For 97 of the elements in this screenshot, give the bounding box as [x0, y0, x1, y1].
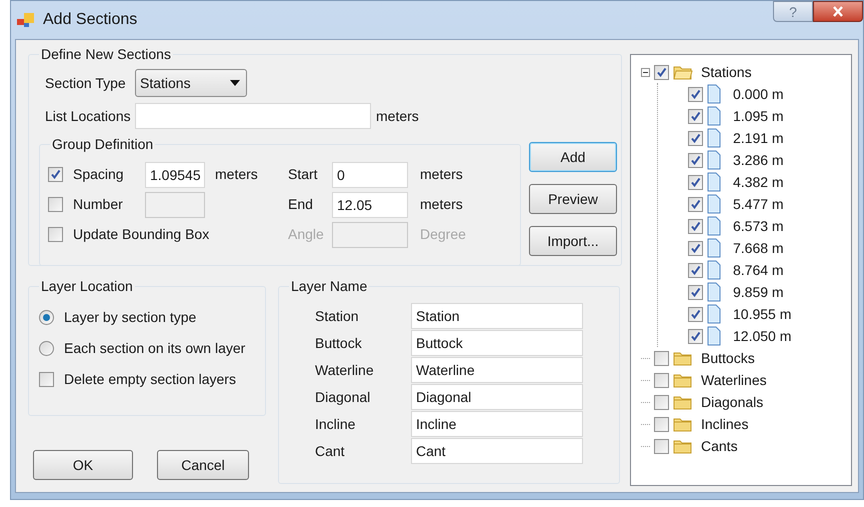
checkbox[interactable]	[654, 416, 669, 432]
unit-label: meters	[420, 195, 463, 214]
field-label: Diagonal	[315, 388, 372, 407]
close-button[interactable]	[813, 1, 863, 22]
text-field[interactable]: Waterline	[411, 357, 583, 383]
text-field[interactable]: 12.05	[332, 192, 408, 218]
document-icon	[707, 216, 721, 236]
field-label: Section Type	[44, 74, 127, 93]
text-field[interactable]: Cant	[411, 438, 583, 464]
tree-item[interactable]: 4.382 m	[733, 172, 784, 192]
field-label: Buttock	[315, 334, 363, 352]
tree-item[interactable]: 12.050 m	[733, 326, 792, 346]
checkbox[interactable]	[688, 86, 703, 102]
field-label: Cant	[315, 442, 346, 460]
tree-item[interactable]: Inclines	[701, 414, 748, 434]
text-field[interactable]: Incline	[411, 411, 583, 437]
tree-item[interactable]: 8.764 m	[733, 260, 784, 280]
checkbox[interactable]	[688, 218, 703, 234]
tree-item[interactable]: Buttocks	[701, 348, 755, 368]
document-icon	[707, 150, 721, 170]
field-label: Incline	[315, 414, 356, 434]
document-icon	[707, 84, 721, 104]
unit-label: meters	[215, 165, 258, 184]
tree-item[interactable]: 10.955 m	[733, 304, 792, 324]
tree-item[interactable]: 7.668 m	[733, 238, 784, 258]
radio-button[interactable]	[39, 341, 54, 356]
option-label: Layer by section type	[64, 308, 196, 327]
tree-item[interactable]: Stations	[701, 62, 752, 82]
checkbox[interactable]	[688, 306, 703, 322]
collapse-toggle[interactable]	[641, 68, 650, 76]
checkbox[interactable]	[654, 372, 669, 388]
tree-item[interactable]: 3.286 m	[733, 150, 784, 170]
dialog-button[interactable]: Add	[529, 142, 617, 172]
checkbox[interactable]	[48, 227, 63, 242]
checkbox[interactable]	[654, 350, 669, 366]
document-icon	[707, 106, 721, 126]
document-icon	[707, 304, 721, 324]
checkbox[interactable]	[688, 152, 703, 168]
text-field[interactable]: Buttock	[411, 330, 583, 356]
tree-item[interactable]: 5.477 m	[733, 194, 784, 214]
tree-item[interactable]: 2.191 m	[733, 128, 784, 148]
text-field[interactable]	[135, 103, 371, 129]
checkbox[interactable]	[688, 262, 703, 278]
checkbox-label: Spacing	[73, 165, 125, 184]
field-label: Station	[315, 306, 360, 326]
field-label: End	[288, 195, 314, 214]
document-icon	[707, 194, 721, 214]
checkbox[interactable]	[654, 438, 669, 454]
text-field[interactable]: 1.09545	[145, 162, 205, 188]
tree-item[interactable]: Cants	[701, 436, 738, 456]
checkbox[interactable]	[688, 240, 703, 256]
text-field[interactable]: Diagonal	[411, 384, 583, 410]
section-type-dropdown[interactable]: Stations	[135, 69, 247, 97]
tree-item[interactable]: Diagonals	[701, 392, 764, 412]
document-icon	[707, 282, 721, 302]
dialog-button[interactable]: Preview	[529, 184, 617, 214]
checkbox-label: Number	[73, 195, 124, 214]
checkbox[interactable]	[688, 130, 703, 146]
checkbox[interactable]	[688, 196, 703, 212]
checkbox[interactable]	[48, 167, 63, 182]
dialog-button[interactable]: Cancel	[157, 450, 249, 480]
tree-item[interactable]: 9.859 m	[733, 282, 784, 302]
document-icon	[707, 128, 721, 148]
radio-button[interactable]	[39, 310, 54, 325]
document-icon	[707, 172, 721, 192]
checkbox[interactable]	[688, 108, 703, 124]
option-label: Delete empty section layers	[64, 370, 236, 389]
tree-item[interactable]: Waterlines	[701, 370, 767, 390]
option-label: Each section on its own layer	[64, 339, 246, 358]
checkbox[interactable]	[654, 394, 669, 410]
text-field[interactable]: Station	[411, 303, 583, 329]
checkbox-label: Update Bounding Box	[73, 225, 210, 244]
unit-label: meters	[376, 106, 419, 126]
text-field[interactable]: 0	[332, 162, 408, 188]
field-label: Waterline	[315, 360, 375, 380]
tree-item[interactable]: 1.095 m	[733, 106, 784, 126]
caret-icon	[230, 80, 240, 86]
document-icon	[707, 326, 721, 346]
dialog-button[interactable]: Import...	[529, 226, 617, 256]
window-title: Add Sections	[43, 10, 138, 30]
checkbox[interactable]	[654, 64, 669, 80]
checkbox[interactable]	[39, 372, 54, 387]
field-label: Start	[288, 165, 319, 184]
field-label: List Locations	[44, 106, 132, 126]
unit-label: Degree	[420, 225, 466, 244]
document-icon	[707, 238, 721, 258]
unit-label: meters	[420, 165, 463, 184]
document-icon	[707, 260, 721, 280]
field-label: Angle	[288, 225, 325, 244]
tree-item[interactable]: 0.000 m	[733, 84, 784, 104]
checkbox[interactable]	[688, 174, 703, 190]
checkbox[interactable]	[688, 284, 703, 300]
app-icon	[17, 12, 35, 28]
checkbox[interactable]	[688, 328, 703, 344]
dialog-button[interactable]: OK	[33, 450, 133, 480]
tree-item[interactable]: 6.573 m	[733, 216, 784, 236]
close-icon	[832, 6, 844, 17]
